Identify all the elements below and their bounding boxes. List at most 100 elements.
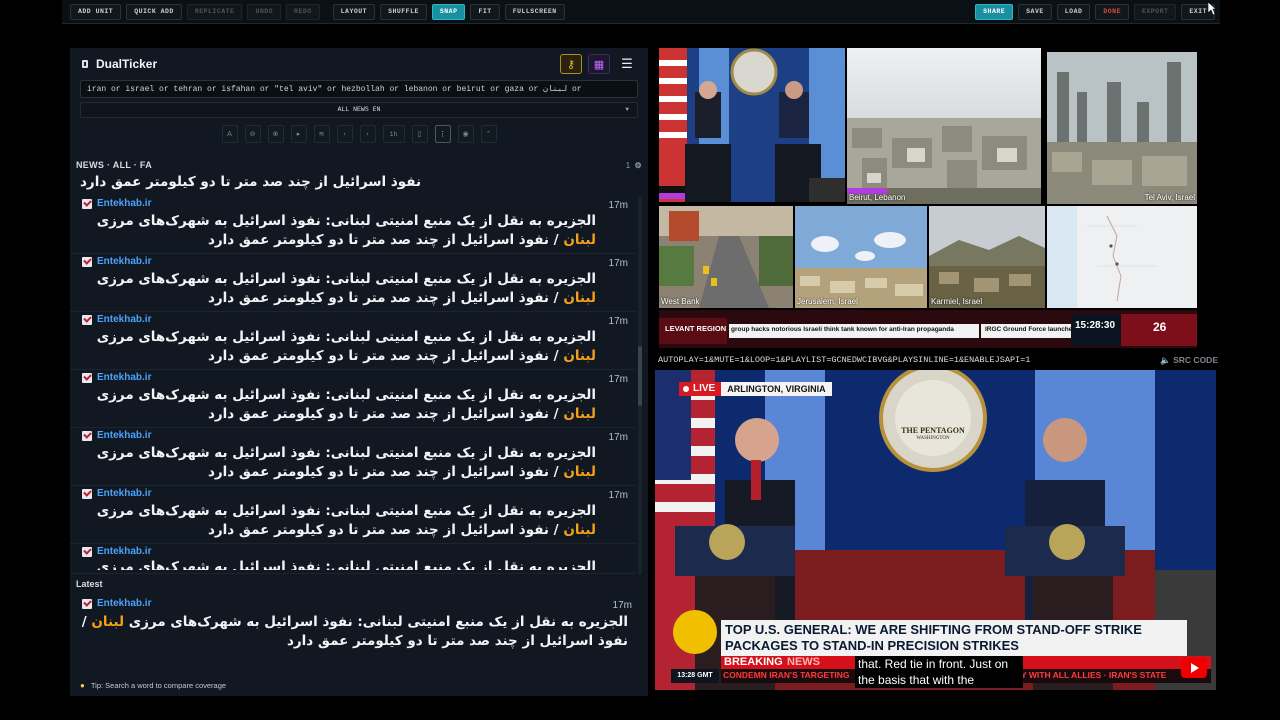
news-item[interactable]: Entekhab.ir 17m الجزیره به نقل از یک منبع … — [70, 196, 636, 254]
toolbar-button-done[interactable]: DONE — [1095, 3, 1129, 20]
title-text-end: / نفوذ اسرائیل از چند صد متر تا دو کیلوم… — [207, 464, 564, 480]
toolbar-button-load[interactable]: LOAD — [1056, 3, 1091, 20]
toolbar-button-fit[interactable]: FIT — [470, 3, 500, 20]
breaking-label: BREAKING — [724, 656, 783, 668]
speaker-source-code: 🔈 SRC CODE — [1160, 355, 1218, 366]
camera-feed-tel-aviv[interactable]: Tel Aviv, Israel — [1047, 52, 1197, 204]
toolbar-button-snap[interactable]: SNAP — [431, 3, 466, 20]
toolbar-button-shuffle[interactable]: SHUFFLE — [380, 3, 427, 20]
source-name[interactable]: Entekhab.ir — [97, 488, 151, 499]
title-highlight: لبنان — [563, 522, 596, 538]
item-title[interactable]: الجزیره به نقل از یک منبع امنیتی لبنانی:… — [80, 386, 596, 424]
tip-text: Tip: Search a word to compare coverage — [90, 681, 227, 690]
source-name[interactable]: Entekhab.ir — [97, 198, 151, 209]
news-item[interactable]: Entekhab.ir 17m الجزیره به نقل از یک منبع … — [70, 312, 636, 370]
item-title[interactable]: الجزیره به نقل از یک منبع امنیتی لبنانی:… — [80, 212, 596, 250]
news-feed-list[interactable]: نفوذ اسرائیل از چند صد متر تا دو کیلومتر… — [70, 174, 640, 574]
latest-label: Latest — [76, 579, 103, 589]
speaker-icon[interactable]: 🔈 — [1160, 355, 1173, 365]
camera-image — [795, 206, 927, 308]
camera-feed-beirut[interactable]: Beirut, Lebanon — [847, 48, 1041, 204]
title-highlight: لبنان — [563, 290, 596, 306]
camera-feed-pentagon[interactable] — [659, 48, 845, 202]
title-text-end: / نفوذ اسرائیل از چند صد متر تا دو کیلوم… — [207, 522, 564, 538]
news-filter-select[interactable]: ALL NEWS EN ▼ — [80, 102, 638, 118]
feed-control-1[interactable]: ⊖ — [244, 125, 261, 143]
feed-control-8[interactable]: ▯ — [411, 125, 428, 143]
toolbar-button-layout[interactable]: LAYOUT — [332, 3, 376, 20]
item-title[interactable]: الجزیره به نقل از یک منبع امنیتی لبنانی:… — [80, 270, 596, 308]
embed-url-line: AUTOPLAY=1&MUTE=1&LOOP=1&PLAYLIST=GCNEDW… — [658, 355, 1218, 367]
grid-icon[interactable]: ▦ — [588, 54, 610, 74]
item-title[interactable]: الجزیره به نقل از یک منبع امنیتی لبنانی:… — [80, 502, 596, 540]
toolbar-button-replicate[interactable]: REPLICATE — [186, 3, 243, 20]
latest-item[interactable]: Entekhab.ir 17m الجزیره به نقل از یک منب… — [70, 596, 640, 658]
source-code-label[interactable]: SRC CODE — [1173, 355, 1218, 365]
title-highlight: لبنان — [563, 232, 596, 248]
source-name[interactable]: Entekhab.ir — [97, 314, 151, 325]
title-text-end: / نفوذ اسرائیل از چند صد متر تا دو کیلوم… — [207, 232, 564, 248]
search-query-input[interactable]: iran or israel or tehran or isfahan or "… — [80, 80, 638, 98]
feed-control-9[interactable]: ⋮ — [434, 125, 451, 143]
news-item[interactable]: Entekhab.ir 17m الجزیره به نقل از یک منبع … — [70, 254, 636, 312]
feed-scrollbar[interactable] — [638, 196, 642, 574]
camera-feed-map[interactable] — [1047, 206, 1197, 308]
toolbar-button-redo[interactable]: REDO — [286, 3, 320, 20]
item-time: 17m — [608, 432, 628, 443]
toolbar-button-share[interactable]: SHARE — [975, 3, 1014, 20]
item-title[interactable]: الجزیره به نقل از یک منبع امنیتی لبنانی:… — [80, 444, 596, 482]
item-title[interactable]: الجزیره به نقل از یک منبع امنیتی لبنانی:… — [80, 328, 596, 366]
brand-title: DualTicker — [96, 57, 158, 71]
feed-control-5[interactable]: ‹ — [336, 125, 353, 143]
toolbar-button-fullscreen[interactable]: FULLSCREEN — [504, 3, 565, 20]
feed-control-6[interactable]: › — [359, 125, 376, 143]
hamburger-menu-icon[interactable]: ☰ — [616, 54, 638, 74]
feed-control-4[interactable]: ≋ — [313, 125, 330, 143]
toolbar-button-export[interactable]: EXPORT — [1133, 3, 1177, 20]
toolbar-button-quick-add[interactable]: QUICK ADD — [126, 3, 182, 20]
title-highlight: لبنان — [563, 406, 596, 422]
feed-control-11[interactable]: ⌃ — [480, 125, 497, 143]
toolbar-button-undo[interactable]: UNDO — [247, 3, 282, 20]
source-name[interactable]: Entekhab.ir — [97, 430, 151, 441]
source-name[interactable]: Entekhab.ir — [97, 256, 151, 267]
news-item[interactable]: Entekhab.ir 17m الجزیره به نقل از یک منبع … — [70, 428, 636, 486]
logo-icon — [82, 60, 88, 68]
feed-control-2[interactable]: ⊕ — [267, 125, 284, 143]
lightbulb-icon: ● — [80, 681, 85, 690]
key-icon[interactable]: ⚷ — [560, 54, 582, 74]
item-title[interactable]: الجزیره به نقل از یک منبع امنیتی لبنانی:… — [80, 613, 628, 651]
source-name[interactable]: Entekhab.ir — [97, 598, 151, 609]
camera-feed-west-bank[interactable]: West Bank — [659, 206, 793, 308]
strip-day: 26 — [1153, 320, 1167, 334]
feed-control-3[interactable]: ▸ — [290, 125, 307, 143]
camera-label: West Bank — [661, 297, 700, 306]
map-image — [1047, 206, 1197, 308]
feed-control-10[interactable]: ◉ — [457, 125, 474, 143]
main-video-player[interactable]: THE PENTAGON WASHINGTON LIVE ARLINGTON, … — [655, 370, 1216, 690]
feed-header: NEWS · ALL · FA 1 ⚙ — [76, 158, 642, 172]
title-highlight: لبنان — [91, 614, 125, 630]
camera-feed-karmiel[interactable]: Karmiel, Israel — [929, 206, 1045, 308]
gear-icon[interactable]: ⚙ — [635, 161, 642, 170]
news-item[interactable]: Entekhab.ir الجزیره به نقل از یک منبع امن… — [70, 544, 636, 574]
camera-feed-jerusalem[interactable]: Jerusalem, Israel — [795, 206, 927, 308]
feed-control-7[interactable]: 1h — [382, 125, 405, 143]
scrollbar-thumb[interactable] — [638, 346, 642, 406]
title-text: الجزیره به نقل از یک منبع امنیتی لبنانی:… — [96, 445, 596, 461]
item-time: 17m — [608, 258, 628, 269]
toolbar-button-save[interactable]: SAVE — [1018, 3, 1052, 20]
feed-control-0[interactable]: A — [221, 125, 238, 143]
source-name[interactable]: Entekhab.ir — [97, 372, 151, 383]
strip-news-2: IRGC Ground Force launches 3 major — [985, 326, 1071, 333]
news-item[interactable]: Entekhab.ir 17m الجزیره به نقل از یک منبع … — [70, 370, 636, 428]
item-time: 17m — [608, 374, 628, 385]
youtube-icon[interactable] — [1181, 658, 1207, 678]
source-check-icon — [82, 256, 92, 267]
title-highlight: لبنان — [563, 464, 596, 480]
camera-image — [847, 48, 1041, 204]
toolbar-button-add-unit[interactable]: ADD UNIT — [70, 3, 122, 20]
source-name[interactable]: Entekhab.ir — [97, 546, 151, 557]
partial-item-top: نفوذ اسرائیل از چند صد متر تا دو کیلومتر… — [80, 174, 422, 190]
news-item[interactable]: Entekhab.ir 17m الجزیره به نقل از یک منبع … — [70, 486, 636, 544]
